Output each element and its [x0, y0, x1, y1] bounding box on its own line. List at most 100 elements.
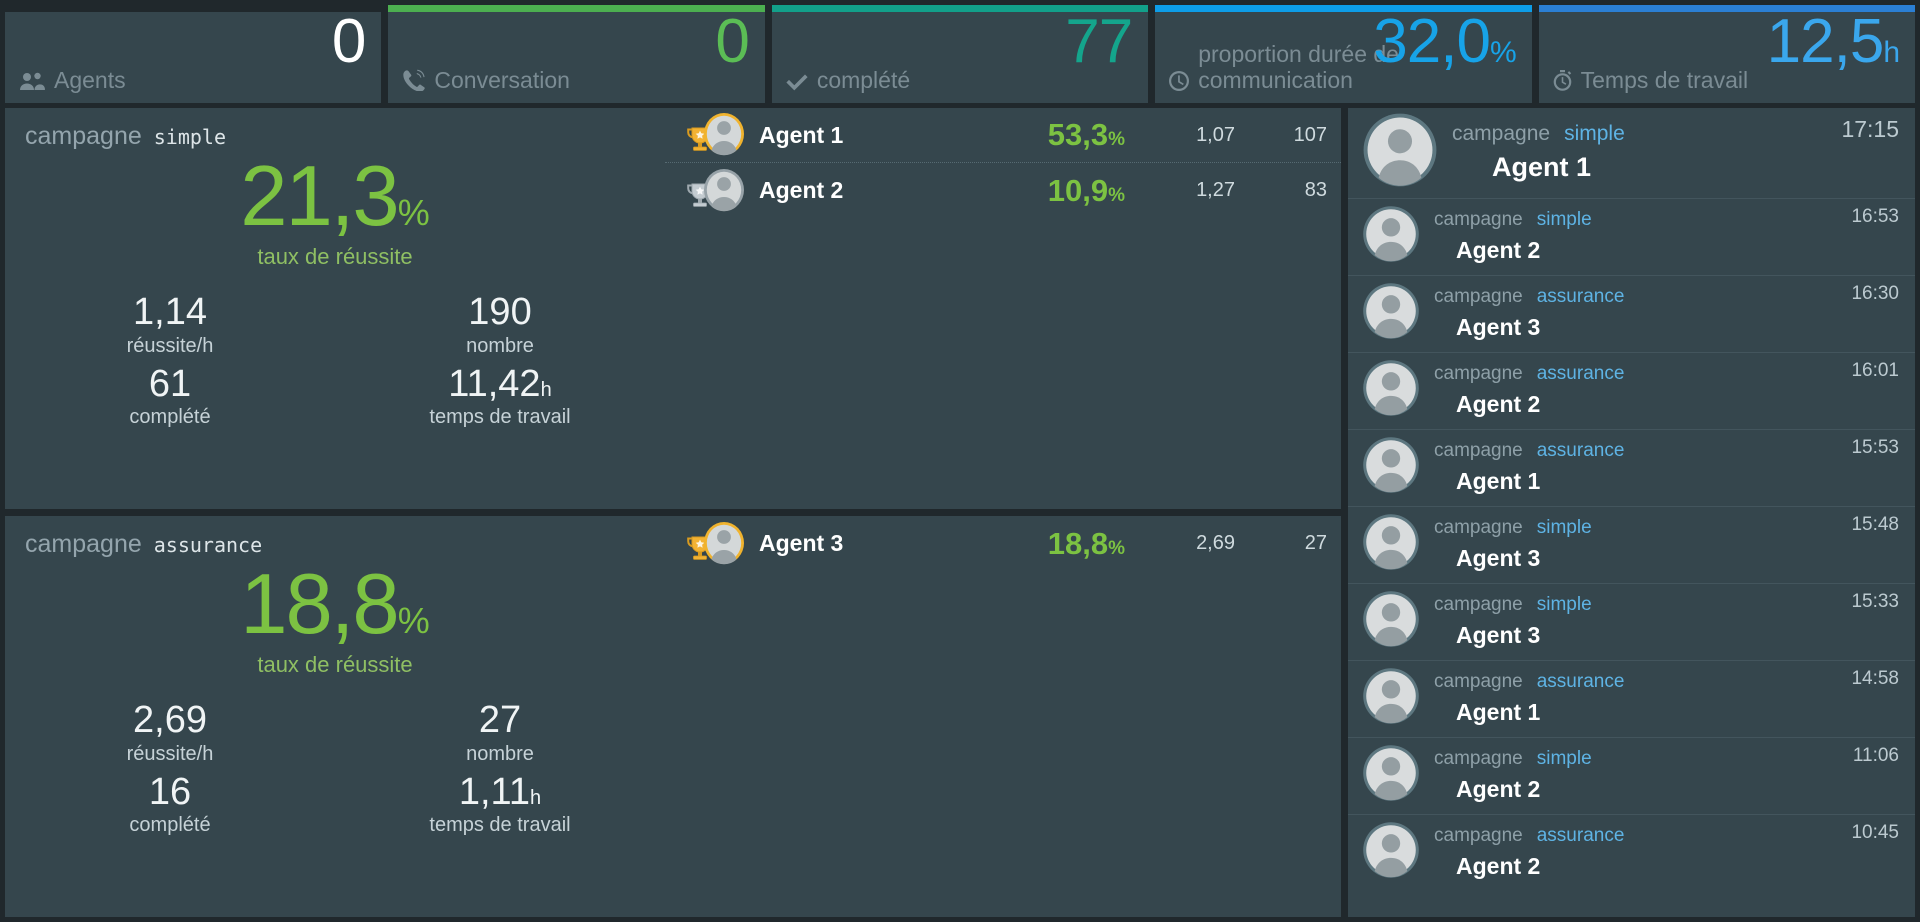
metric-label: réussite/h [126, 334, 214, 357]
avatar [1362, 744, 1420, 802]
agent-medal [685, 168, 747, 214]
metric-nombre: 190 nombre [335, 290, 665, 358]
feed-item[interactable]: campagne assurance Agent 2 16:01 [1348, 352, 1915, 429]
feed-campaign-label: campagne [1434, 593, 1523, 615]
metric-label: temps de travail [429, 814, 571, 837]
feed-campaign-name[interactable]: simple [1537, 209, 1592, 230]
feed-campaign-name[interactable]: assurance [1537, 671, 1625, 692]
kpi-card-agents[interactable]: 0 Agents [5, 5, 382, 103]
avatar [703, 113, 745, 160]
agent-medal [685, 112, 747, 158]
feed-campaign-name[interactable]: simple [1537, 748, 1592, 769]
feed-agent-name: Agent 1 [1492, 152, 1592, 182]
kpi-label: Agents [54, 66, 126, 93]
feed-campaign-label: campagne [1434, 439, 1523, 461]
feed-agent-name: Agent 2 [1456, 236, 1541, 263]
feed-avatar [1362, 205, 1420, 268]
phone-icon [402, 69, 426, 91]
feed-campaign-label: campagne [1434, 208, 1523, 230]
feed-campaign-name[interactable]: assurance [1537, 363, 1625, 384]
campaign-stats: campagne assurance 18,8% taux de réussite 2,… [5, 516, 665, 917]
feed-avatar [1362, 667, 1420, 730]
feed-item-body: campagne simple Agent 2 [1434, 209, 1851, 264]
activity-feed: campagne simple Agent 1 17:15 campagne simple… [1348, 108, 1915, 917]
dashboard-body: campagne simple 21,3% taux de réussite 1,14 r… [0, 103, 1920, 922]
campaign-stats: campagne simple 21,3% taux de réussite 1,14 r… [5, 108, 665, 509]
feed-agent-name: Agent 2 [1456, 775, 1541, 802]
agent-row[interactable]: Agent 2 10,9% 1,27 83 [665, 163, 1341, 218]
feed-campaign-label: campagne [1452, 122, 1551, 145]
agent-success-rate: 53,3% [1047, 117, 1125, 152]
feed-item[interactable]: campagne simple Agent 2 11:06 [1348, 737, 1915, 814]
feed-campaign-name[interactable]: assurance [1537, 440, 1625, 461]
success-rate-value: 21,3% [240, 149, 430, 244]
feed-avatar [1362, 112, 1438, 193]
feed-campaign-name[interactable]: simple [1564, 122, 1625, 145]
kpi-value: 0 [331, 7, 366, 76]
feed-campaign-name[interactable]: assurance [1537, 825, 1625, 846]
feed-item[interactable]: campagne assurance Agent 2 10:45 [1348, 814, 1915, 891]
users-icon [19, 71, 45, 91]
kpi-value: 77 [1065, 7, 1133, 76]
feed-item-body: campagne simple Agent 3 [1434, 517, 1851, 572]
feed-item-body: campagne assurance Agent 1 [1434, 671, 1851, 726]
feed-item[interactable]: campagne assurance Agent 3 16:30 [1348, 275, 1915, 352]
metric-compl-t: 61 complété [5, 363, 335, 430]
feed-campaign-label: campagne [1434, 747, 1523, 769]
agent-name: Agent 3 [759, 530, 844, 556]
agent-success-rate-unit: % [1108, 537, 1125, 559]
feed-campaign-name[interactable]: simple [1537, 517, 1592, 538]
feed-item-body: campagne simple Agent 1 [1452, 122, 1841, 183]
avatar [1362, 590, 1420, 648]
agent-row[interactable]: Agent 1 53,3% 1,07 107 [665, 108, 1341, 163]
kpi-label: complété [816, 66, 911, 93]
metric-temps-de-travail: 1,11h temps de travail [335, 770, 665, 838]
feed-item[interactable]: campagne assurance Agent 1 14:58 [1348, 660, 1915, 737]
metric-value: 2,69 [133, 698, 207, 741]
agent-avatar [703, 521, 745, 565]
feed-timestamp: 10:45 [1851, 822, 1899, 843]
avatar [1362, 282, 1420, 340]
feed-campaign-name[interactable]: assurance [1537, 286, 1625, 307]
feed-avatar [1362, 359, 1420, 422]
metric-value: 190 [468, 290, 532, 333]
feed-timestamp: 15:33 [1851, 591, 1899, 612]
feed-campaign-label: campagne [1434, 285, 1523, 307]
kpi-card-temps-de-travail[interactable]: 12,5h Temps de travail [1538, 5, 1916, 103]
metric-value: 1,11h [458, 770, 542, 813]
campaign-block-simple: campagne simple 21,3% taux de réussite 1,14 r… [5, 108, 1341, 509]
kpi-label-wrap: Agents [19, 66, 291, 93]
feed-item[interactable]: campagne simple Agent 1 17:15 [1348, 108, 1915, 198]
feed-item[interactable]: campagne simple Agent 3 15:48 [1348, 506, 1915, 583]
success-rate-wrap: 21,3% taux de réussite [5, 149, 665, 270]
feed-campaign-line: campagne simple [1434, 748, 1853, 770]
feed-campaign-line: campagne assurance [1434, 825, 1851, 847]
feed-item[interactable]: campagne simple Agent 3 15:33 [1348, 583, 1915, 660]
avatar [1362, 205, 1420, 263]
success-rate-label: taux de réussite [257, 243, 413, 269]
campaign-header: campagne assurance [5, 530, 665, 559]
agent-success-rate: 18,8% [1047, 525, 1125, 561]
kpi-card-compl-t[interactable]: 77 complété [771, 5, 1149, 103]
agent-row[interactable]: Agent 3 18,8% 2,69 27 [665, 516, 1341, 571]
feed-item[interactable]: campagne assurance Agent 1 15:53 [1348, 429, 1915, 506]
metric-label: complété [129, 814, 211, 837]
metric-label: réussite/h [126, 742, 214, 765]
success-rate-value: 18,8% [240, 557, 430, 652]
success-rate-wrap: 18,8% taux de réussite [5, 557, 665, 678]
metric-value: 27 [478, 698, 522, 741]
feed-avatar [1362, 744, 1420, 807]
kpi-card-conversation[interactable]: 0 Conversation [388, 5, 765, 103]
feed-agent-name: Agent 2 [1456, 390, 1541, 417]
avatar [1362, 667, 1420, 725]
feed-campaign-name[interactable]: simple [1537, 594, 1592, 615]
agent-name: Agent 2 [759, 177, 844, 203]
feed-campaign-line: campagne simple [1452, 122, 1841, 146]
agent-success-rate-unit: % [1108, 129, 1125, 150]
feed-item-body: campagne assurance Agent 3 [1434, 286, 1851, 341]
kpi-card-proportion-dur-e-de-communication[interactable]: 32,0% proportion durée de communication [1155, 5, 1532, 103]
feed-avatar [1362, 282, 1420, 345]
success-rate-unit: % [397, 192, 430, 233]
campaign-block-assurance: campagne assurance 18,8% taux de réussite 2,… [5, 516, 1341, 917]
feed-item[interactable]: campagne simple Agent 2 16:53 [1348, 198, 1915, 275]
